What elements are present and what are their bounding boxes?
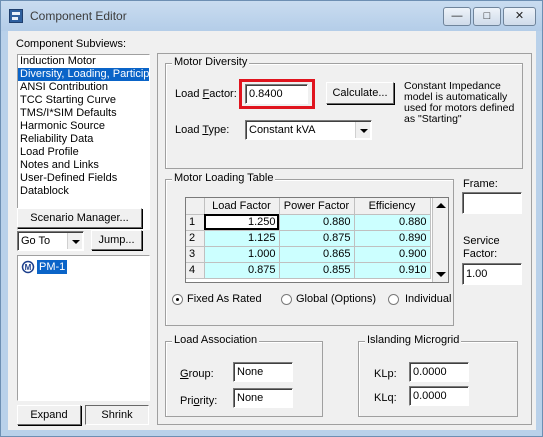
priority-input[interactable]: None: [233, 388, 293, 408]
group-input[interactable]: None: [233, 362, 293, 382]
table-row: 4 0.875 0.855 0.910: [186, 262, 431, 279]
motor-diversity-legend: Motor Diversity: [172, 56, 250, 68]
row-number: 2: [186, 230, 205, 247]
subview-item[interactable]: Induction Motor: [18, 55, 149, 68]
grid-scrollbar[interactable]: [432, 198, 448, 282]
table-row: 2 1.125 0.875 0.890: [186, 230, 431, 247]
goto-dropdown[interactable]: Go To: [17, 231, 84, 251]
klq-label: KLq:: [374, 392, 397, 404]
row-number: 4: [186, 262, 205, 279]
table-cell[interactable]: 1.000: [204, 246, 280, 263]
load-type-label: Load Type:: [175, 124, 230, 136]
subview-item[interactable]: TMS/I*SIM Defaults: [18, 107, 149, 120]
subview-item[interactable]: Harmonic Source: [18, 120, 149, 133]
component-editor-window: Component Editor — □ ✕ Component Subview…: [0, 0, 543, 437]
subview-item[interactable]: TCC Starting Curve: [18, 94, 149, 107]
table-cell[interactable]: 1.125: [204, 230, 280, 247]
klp-label: KLp:: [374, 368, 397, 380]
table-cell[interactable]: 0.910: [354, 262, 431, 279]
tree-item-pm-1[interactable]: PM-1: [37, 260, 68, 274]
close-button[interactable]: ✕: [503, 7, 536, 26]
chevron-down-icon[interactable]: [67, 233, 82, 249]
window-client-area: Component Subviews: Induction Motor Dive…: [8, 31, 536, 430]
frame-input[interactable]: [462, 192, 522, 214]
radio-label: Fixed As Rated: [187, 293, 262, 305]
subview-item[interactable]: Datablock: [18, 185, 149, 198]
load-type-value: Constant kVA: [249, 124, 316, 136]
svg-text:M: M: [25, 263, 32, 272]
motor-loading-table-group: Motor Loading Table Load Factor Power Fa…: [165, 172, 454, 326]
table-cell[interactable]: 0.880: [279, 214, 355, 231]
subviews-label: Component Subviews:: [16, 38, 127, 50]
islanding-microgrid-group: Islanding Microgrid KLp: 0.0000 KLq: 0.0…: [358, 334, 518, 417]
subview-item-selected[interactable]: Diversity, Loading, Participation: [18, 68, 149, 81]
component-tree[interactable]: M PM-1: [17, 255, 150, 401]
scenario-manager-button[interactable]: Scenario Manager...: [17, 208, 142, 228]
table-row: 3 1.000 0.865 0.900: [186, 246, 431, 263]
service-factor-input[interactable]: 1.00: [462, 263, 522, 285]
radio-fixed-as-rated[interactable]: [172, 294, 183, 305]
service-factor-label-1: Service: [463, 235, 500, 247]
radio-global-options[interactable]: [281, 294, 292, 305]
table-cell[interactable]: 0.875: [204, 262, 280, 279]
radio-individual[interactable]: [388, 294, 399, 305]
calculate-button[interactable]: Calculate...: [326, 82, 394, 104]
load-factor-input[interactable]: 0.8400: [245, 84, 308, 104]
subview-item[interactable]: Load Profile: [18, 146, 149, 159]
radio-label: Individual: [405, 293, 452, 305]
loading-grid[interactable]: Load Factor Power Factor Efficiency 1 1.…: [185, 197, 449, 283]
column-header[interactable]: Power Factor: [279, 198, 355, 215]
motor-diversity-group: Motor Diversity Load Factor: 0.8400 Calc…: [165, 56, 523, 169]
grid-corner: [186, 198, 205, 215]
subview-item[interactable]: Notes and Links: [18, 159, 149, 172]
window-title: Component Editor: [30, 9, 127, 23]
klq-input[interactable]: 0.0000: [409, 386, 469, 406]
load-factor-label: Load Factor:: [175, 88, 237, 100]
motor-loading-table-legend: Motor Loading Table: [172, 172, 276, 184]
maximize-button[interactable]: □: [473, 7, 501, 26]
scroll-up-arrow-icon[interactable]: [436, 203, 446, 208]
load-association-legend: Load Association: [172, 334, 260, 346]
table-cell[interactable]: 0.865: [279, 246, 355, 263]
column-header[interactable]: Load Factor: [204, 198, 280, 215]
klp-input[interactable]: 0.0000: [409, 362, 469, 382]
subviews-list[interactable]: Induction Motor Diversity, Loading, Part…: [17, 54, 150, 230]
load-type-dropdown[interactable]: Constant kVA: [245, 120, 372, 140]
radio-label: Global (Options): [296, 293, 377, 305]
table-cell[interactable]: 0.900: [354, 246, 431, 263]
shrink-button[interactable]: Shrink: [85, 405, 149, 425]
table-cell[interactable]: 0.855: [279, 262, 355, 279]
minimize-button[interactable]: —: [443, 7, 471, 26]
service-factor-label-2: Factor:: [463, 248, 498, 260]
islanding-microgrid-legend: Islanding Microgrid: [365, 334, 462, 346]
goto-value: Go To: [21, 235, 51, 247]
table-cell[interactable]: 0.890: [354, 230, 431, 247]
table-cell[interactable]: 0.875: [279, 230, 355, 247]
impedance-note: Constant Impedance model is automaticall…: [404, 80, 515, 125]
subview-item[interactable]: Reliability Data: [18, 133, 149, 146]
table-cell[interactable]: 0.880: [354, 214, 431, 231]
row-number: 3: [186, 246, 205, 263]
row-number: 1: [186, 214, 205, 231]
load-association-group: Load Association Group: None Priority: N…: [165, 334, 323, 417]
jump-button[interactable]: Jump...: [91, 230, 142, 250]
subview-panel: Motor Diversity Load Factor: 0.8400 Calc…: [157, 53, 532, 425]
table-cell[interactable]: 1.250: [204, 214, 280, 231]
chevron-down-icon[interactable]: [355, 122, 370, 138]
title-bar[interactable]: Component Editor — □ ✕: [1, 1, 542, 31]
app-icon: [9, 9, 23, 23]
table-row: 1 1.250 0.880 0.880: [186, 214, 431, 231]
priority-label: Priority:: [180, 395, 218, 407]
motor-icon: M: [21, 260, 35, 274]
frame-label: Frame:: [463, 178, 498, 190]
scroll-down-arrow-icon[interactable]: [436, 272, 446, 277]
group-label: Group:: [180, 368, 214, 380]
subview-item[interactable]: ANSI Contribution: [18, 81, 149, 94]
expand-button[interactable]: Expand: [17, 405, 81, 425]
column-header[interactable]: Efficiency: [354, 198, 431, 215]
subview-item[interactable]: User-Defined Fields: [18, 172, 149, 185]
